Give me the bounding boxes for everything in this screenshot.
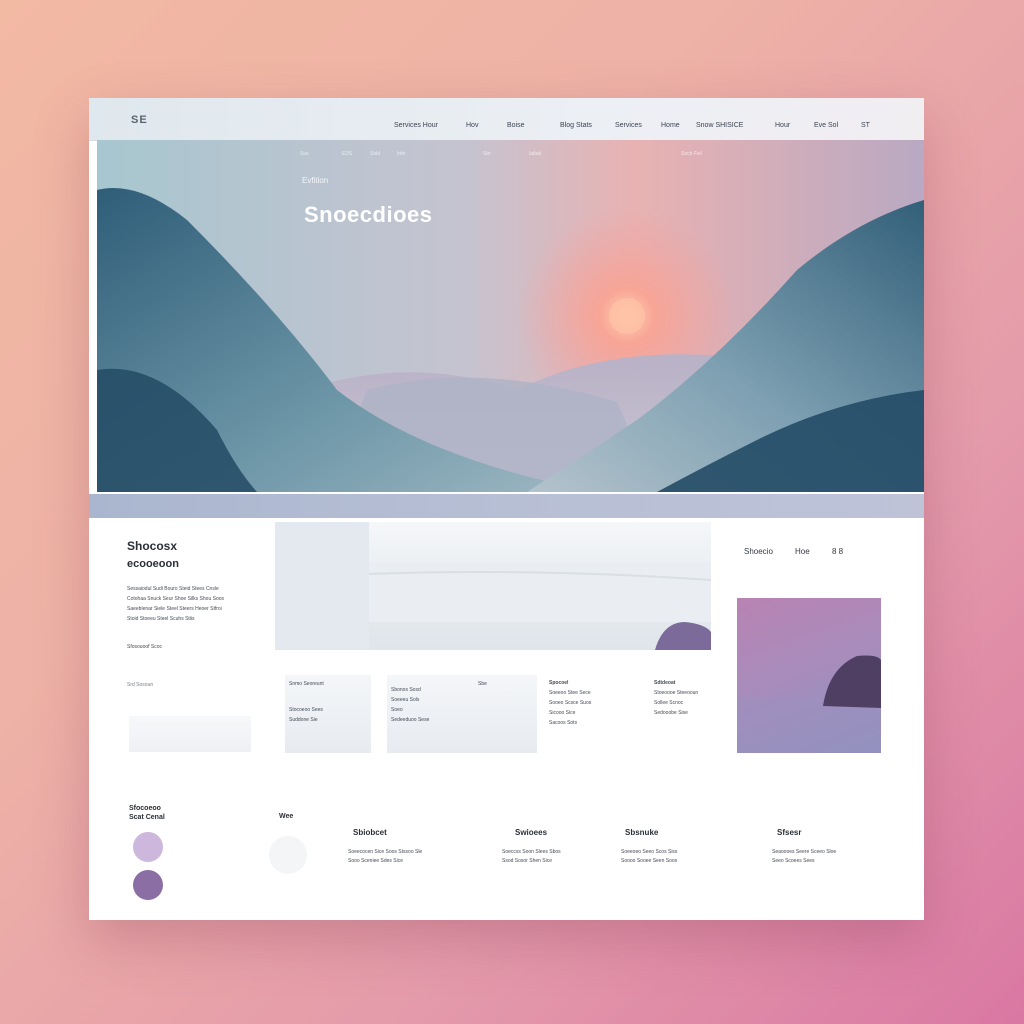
intro-subtitle: ecooeoon	[127, 558, 179, 570]
footer-side-title: Sfocoeoo Scat Cenal	[129, 804, 165, 822]
hero-nav-item[interactable]: Sus	[300, 151, 309, 157]
card-title: Sbonos Sosd	[391, 687, 421, 693]
featured-photo[interactable]	[737, 598, 881, 753]
nav-item[interactable]: Home	[661, 122, 680, 129]
card-title: Snmo Seoreunt	[289, 681, 324, 687]
footer-line: Soeecocen Sice Soos Stssoo Sle	[348, 849, 423, 855]
right-panel-meta: Hoe	[795, 547, 810, 556]
card-line: Sicooo Sice	[549, 710, 576, 716]
hero-banner: Sus EDS Sold Info Sirr Iaibal Soch Fiel …	[97, 140, 924, 492]
card-title: Sdtdeoat	[654, 680, 676, 686]
footer-item-title: Sfsesr	[777, 828, 802, 837]
card-line: Sooeo Scsce Suos	[549, 700, 592, 706]
hero-nav-item[interactable]: EDS	[342, 151, 352, 157]
text-card: Spocoel Soeeoo Stee Sece Sooeo Scsce Suo…	[549, 678, 639, 728]
intro-link[interactable]: Sfosouoof Scoc	[127, 642, 257, 652]
footer-line: Soeeoeo Seeo Scos Siss	[621, 849, 678, 855]
footer-item-text: Soeecocen Sice Soos Stssoo Sle Sooo Scen…	[348, 848, 422, 866]
hero-subtitle: Evfition	[302, 176, 329, 185]
footer-line: Seaoooes Seere Sceeo Sloe	[772, 849, 837, 855]
hero-nav-item[interactable]: Sold	[370, 151, 380, 157]
nav-item[interactable]: Boise	[507, 122, 525, 129]
site-logo[interactable]: SE	[131, 114, 148, 126]
footer-line: Ssod Sosor Shen Sice	[502, 858, 553, 864]
footer-line: Soooo Sooee Seen Soos	[621, 858, 678, 864]
footer-line: Seeo Scoees Sees	[772, 858, 815, 864]
intro-placeholder-box	[129, 716, 251, 752]
nav-item[interactable]: Eve Sol	[814, 122, 838, 129]
card-line: Suddone Sie	[289, 717, 318, 723]
card-line: Soeo	[391, 707, 403, 713]
card-line: Stoeoooe Steeooun	[654, 690, 699, 696]
footer-side-title-line: Scat Cenal	[129, 814, 165, 821]
nav-item[interactable]: Services Hour	[394, 122, 438, 129]
card-line: Stocoeoo Sees	[289, 707, 323, 713]
avatar[interactable]	[133, 832, 163, 862]
footer-item-title: Wee	[279, 813, 294, 820]
hero-landscape-image	[97, 140, 924, 492]
card-spacer: Sbe	[474, 675, 536, 753]
text-card: Sdtdeoat Stoeoooe Steeooun Sollee Scnoc …	[654, 678, 714, 718]
avatar[interactable]	[133, 870, 163, 900]
card-line: Sedeeduoo Sese	[391, 717, 430, 723]
footer-item-text: Soeeoeo Seeo Scos Siss Soooo Sooee Seen …	[621, 848, 677, 866]
card-line: Soeeoo Stee Sece	[549, 690, 591, 696]
intro-caption: Srd Sosoun	[127, 682, 154, 688]
card-line: Sacoos Sots	[549, 720, 578, 726]
card-title: Spocoel	[549, 680, 569, 686]
intro-title: Shocosx	[127, 539, 178, 553]
nav-item[interactable]: Hour	[775, 122, 790, 129]
intro-text: Sessaiodul Sudi Bouro Steid Stees Cnsle …	[127, 584, 257, 624]
nav-item[interactable]: Hov	[466, 122, 478, 129]
intro-line: Cotohaa Snuck Seur Shoe Silks Shou Soos	[127, 596, 225, 602]
footer-item-title: Sbsnuke	[625, 828, 659, 837]
website-mockup: SE Services Hour Hov Boise Blog Stats Se…	[89, 98, 924, 920]
intro-column: Shocosx ecooeoon Sessaiodul Sudi Bouro S…	[127, 538, 257, 690]
section-divider	[89, 494, 924, 518]
footer-item-title: Sbiobcet	[353, 828, 387, 837]
right-panel-label: Shoecio	[744, 547, 773, 556]
intro-line: Stoid Stoeeu Steel Scuhs Stiis	[127, 616, 195, 622]
hero-nav-item[interactable]: Sirr	[483, 151, 491, 157]
top-nav-bar: SE Services Hour Hov Boise Blog Stats Se…	[89, 98, 924, 141]
rock-at-sea-image	[737, 655, 881, 753]
feature-media[interactable]	[275, 522, 711, 650]
intro-line: Saeeblenar Siele Steel Steers Heoer Stfr…	[127, 606, 222, 612]
seascape-image	[275, 522, 711, 650]
footer-item-text: Seaoooes Seere Sceeo Sloe Seeo Scoees Se…	[772, 848, 836, 866]
nav-item[interactable]: Blog Stats	[560, 122, 592, 129]
hero-nav-item[interactable]: Info	[397, 151, 405, 157]
nav-item[interactable]: ST	[861, 122, 870, 129]
card-title: Sbe	[478, 681, 487, 687]
right-panel-count: 8 8	[832, 547, 844, 556]
footer-line: Soeccss Soon Slees Sbos	[502, 849, 561, 855]
intro-line: Sessaiodul Sudi Bouro Steid Stees Cnsle	[127, 586, 219, 592]
card-line: Sedooobe Sise	[654, 710, 688, 716]
footer-item-text: Soeccss Soon Slees Sbos Ssod Sosor Shen …	[502, 848, 561, 866]
placeholder-circle	[269, 836, 307, 874]
card-line: Sollee Scnoc	[654, 700, 684, 706]
nav-item[interactable]: Snow SHISICE	[696, 122, 743, 129]
footer-side-title-line: Sfocoeoo	[129, 805, 161, 812]
hero-title: Snoecdioes	[304, 202, 433, 227]
hero-nav-item[interactable]: Soch Fiel	[681, 151, 702, 157]
hero-nav-item[interactable]: Iaibal	[529, 151, 541, 157]
footer-item-title: Swioees	[515, 828, 548, 837]
content-card[interactable]: Snmo Seoreunt Stocoeoo Sees Suddone Sie	[285, 675, 371, 753]
footer-line: Sooo Sceniee Sdes Sice	[348, 858, 404, 864]
nav-item[interactable]: Services	[615, 122, 642, 129]
card-line: Soeeeu Sols	[391, 697, 420, 703]
